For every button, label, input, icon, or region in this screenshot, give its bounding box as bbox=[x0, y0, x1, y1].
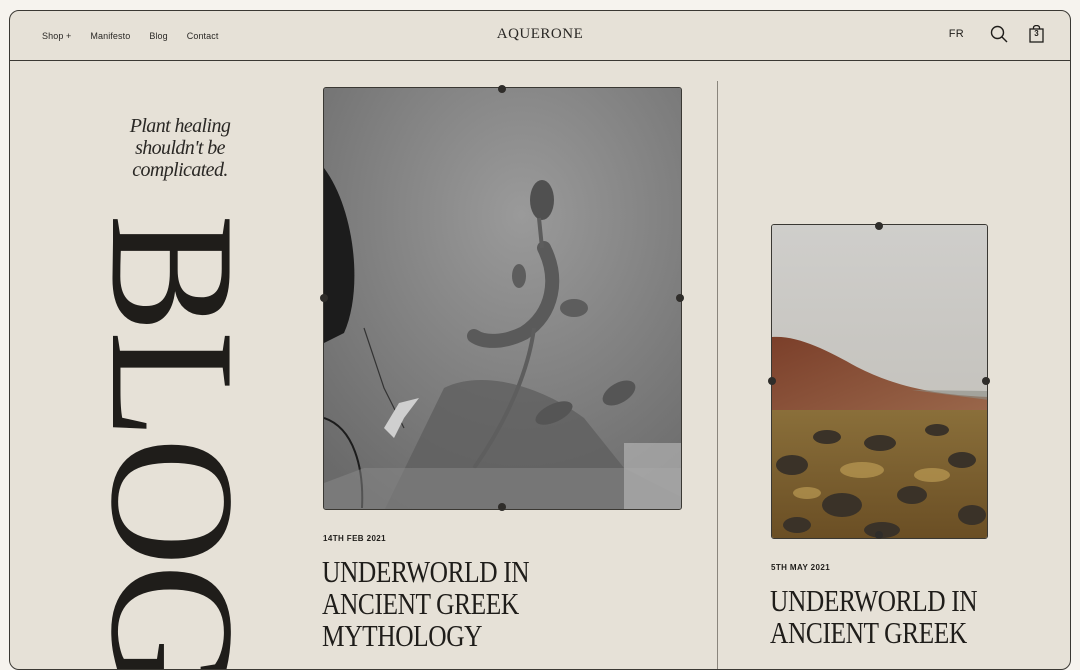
resize-handle-bottom[interactable] bbox=[498, 503, 506, 511]
browser-frame: Shop + Manifesto Blog Contact AQUERONE F… bbox=[9, 10, 1071, 670]
language-switch[interactable]: FR bbox=[949, 28, 964, 40]
hero-tagline: Plant healing shouldn't be complicated. bbox=[129, 115, 231, 181]
column-divider bbox=[717, 81, 718, 669]
brand-logo[interactable]: AQUERONE bbox=[10, 26, 1070, 43]
post-image-moss-landscape[interactable] bbox=[771, 224, 988, 539]
resize-handle-bottom[interactable] bbox=[875, 531, 883, 539]
post-title[interactable]: UNDERWORLD IN ANCIENT GREEK bbox=[770, 585, 1049, 649]
resize-handle-right[interactable] bbox=[676, 294, 684, 302]
resize-handle-left[interactable] bbox=[768, 377, 776, 385]
shadow-flowers-photo bbox=[324, 88, 681, 509]
cart-count-badge: 3 bbox=[1034, 29, 1039, 38]
post-date: 14TH FEB 2021 bbox=[323, 534, 387, 543]
moss-landscape-photo bbox=[772, 225, 987, 538]
post-image-shadow-flowers[interactable] bbox=[323, 87, 682, 510]
page-title: BLOG bbox=[74, 214, 272, 670]
resize-handle-top[interactable] bbox=[498, 85, 506, 93]
resize-handle-top[interactable] bbox=[875, 222, 883, 230]
header-tools: FR 3 bbox=[949, 24, 1044, 43]
blog-title-wrap: BLOG bbox=[74, 214, 272, 669]
resize-handle-right[interactable] bbox=[982, 377, 990, 385]
post-title[interactable]: UNDERWORLD IN ANCIENT GREEK MYTHOLOGY bbox=[322, 556, 601, 652]
resize-handle-left[interactable] bbox=[320, 294, 328, 302]
post-date: 5TH MAY 2021 bbox=[771, 563, 831, 572]
search-icon[interactable] bbox=[990, 25, 1008, 43]
top-navigation-bar: Shop + Manifesto Blog Contact AQUERONE F… bbox=[10, 11, 1070, 61]
shopping-bag-icon[interactable]: 3 bbox=[1029, 24, 1044, 43]
